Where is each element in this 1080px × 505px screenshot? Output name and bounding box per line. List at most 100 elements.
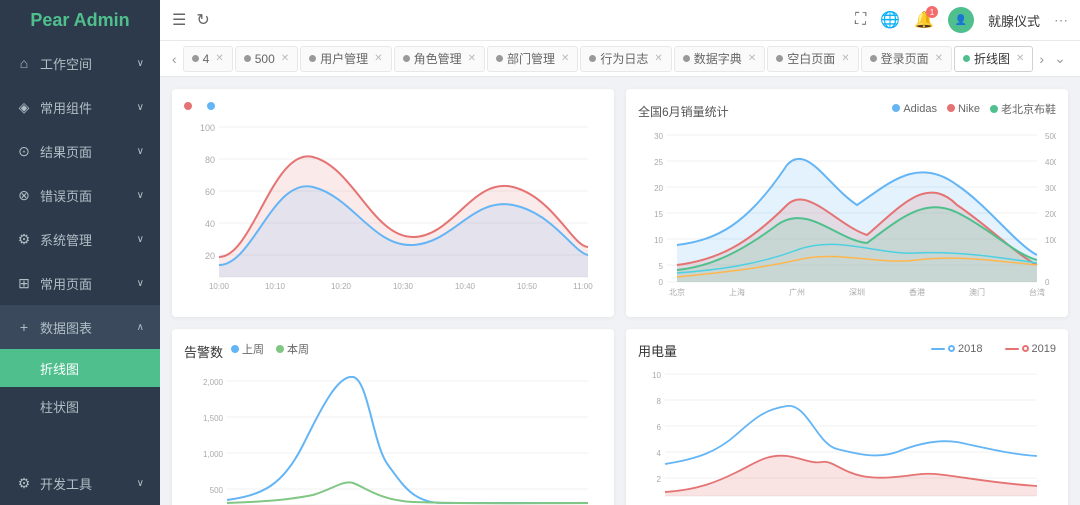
- refresh-icon[interactable]: ↻: [196, 10, 209, 30]
- tab-500[interactable]: 500 ✕: [235, 46, 298, 72]
- line-chart-1: 100 80 60 40 20: [184, 117, 602, 297]
- sidebar-item-pages[interactable]: ⊞ 常用页面 ∨: [0, 261, 160, 305]
- tab-dot: [870, 55, 877, 62]
- svg-text:40: 40: [205, 219, 215, 229]
- devtools-icon: ⚙: [16, 475, 32, 492]
- username: 就腺仪式: [988, 11, 1040, 30]
- tab-label: 折线图: [974, 50, 1010, 67]
- svg-text:20: 20: [205, 251, 215, 261]
- fullscreen-icon[interactable]: ⛶: [855, 11, 866, 29]
- sidebar-subitem-label: 折线图: [40, 359, 79, 378]
- sidebar-subitem-line[interactable]: 折线图: [0, 349, 160, 387]
- tab-close-icon[interactable]: ✕: [281, 53, 289, 64]
- menu-icon[interactable]: ☰: [172, 10, 186, 30]
- tab-close-icon[interactable]: ✕: [654, 53, 662, 64]
- tab-close-icon[interactable]: ✕: [374, 53, 382, 64]
- bell-icon[interactable]: 🔔 1: [914, 10, 934, 30]
- svg-text:0: 0: [1045, 278, 1050, 287]
- chart4-title: 用电量: [638, 341, 677, 360]
- sidebar-label: 工作空间: [40, 54, 92, 73]
- chart4-legend: 2018 2019: [931, 343, 1056, 355]
- chevron-down-icon: ∨: [137, 478, 144, 489]
- logo-text: Pear Admin: [30, 10, 129, 31]
- chart2-title: 全国6月销量统计: [638, 103, 729, 120]
- sidebar-item-components[interactable]: ◈ 常用组件 ∨: [0, 85, 160, 129]
- svg-text:15: 15: [654, 210, 663, 219]
- tab-blank[interactable]: 空白页面 ✕: [767, 46, 858, 72]
- chart-card-1: 100 80 60 40 20: [172, 89, 614, 317]
- tab-role-mgmt[interactable]: 角色管理 ✕: [394, 46, 485, 72]
- tab-label: 4: [203, 52, 210, 66]
- line-chart-2: 30 25 20 15 10 5 0 500 400 300 200 100 0: [638, 125, 1056, 300]
- svg-text:80: 80: [205, 155, 215, 165]
- chart1-legend: [184, 101, 602, 113]
- tab-close-icon[interactable]: ✕: [935, 53, 943, 64]
- sidebar-item-workspace[interactable]: ⌂ 工作空间 ∨: [0, 41, 160, 85]
- sidebar-item-charts[interactable]: + 数据图表 ∧: [0, 305, 160, 349]
- tab-close-icon[interactable]: ✕: [468, 53, 476, 64]
- sidebar-item-errors[interactable]: ⊗ 错误页面 ∨: [0, 173, 160, 217]
- svg-text:20: 20: [654, 184, 663, 193]
- chevron-down-icon: ∨: [137, 278, 144, 289]
- tab-prev-btn[interactable]: ‹: [168, 51, 181, 67]
- chart-card-3: 告警数 上周 本周 2,000 1,500 1,000 500: [172, 329, 614, 505]
- sidebar: Pear Admin ⌂ 工作空间 ∨ ◈ 常用组件 ∨ ⊙ 结果页面 ∨ ⊗ …: [0, 0, 160, 505]
- tab-4[interactable]: 4 ✕: [183, 46, 233, 72]
- svg-text:台湾: 台湾: [1029, 287, 1045, 297]
- more-icon[interactable]: ⋯: [1054, 12, 1068, 29]
- legend-adidas: Adidas: [903, 103, 937, 115]
- svg-text:香港: 香港: [909, 287, 925, 297]
- sidebar-subitem-bar[interactable]: 柱状图: [0, 387, 160, 425]
- globe-icon[interactable]: 🌐: [880, 10, 900, 30]
- tab-label: 登录页面: [881, 50, 929, 67]
- svg-text:澳门: 澳门: [969, 287, 985, 297]
- tab-close-icon[interactable]: ✕: [748, 53, 756, 64]
- legend-this-week: 本周: [287, 344, 309, 356]
- line-chart-3: 2,000 1,500 1,000 500: [184, 365, 602, 505]
- sidebar-label: 系统管理: [40, 230, 92, 249]
- tab-close-icon[interactable]: ✕: [1016, 53, 1024, 64]
- tab-behavior-log[interactable]: 行为日志 ✕: [580, 46, 671, 72]
- svg-text:300: 300: [1045, 184, 1056, 193]
- tab-dot: [776, 55, 783, 62]
- svg-text:8: 8: [657, 397, 662, 406]
- tab-close-icon[interactable]: ✕: [561, 53, 569, 64]
- notification-badge: 1: [926, 6, 938, 18]
- chevron-up-icon: ∧: [137, 322, 144, 333]
- svg-text:北京: 北京: [669, 287, 685, 297]
- tab-next-btn[interactable]: ›: [1035, 51, 1048, 67]
- error-icon: ⊗: [16, 187, 32, 204]
- tab-line-chart[interactable]: 折线图 ✕: [954, 46, 1033, 72]
- tab-close-icon[interactable]: ✕: [215, 53, 223, 64]
- svg-text:60: 60: [205, 187, 215, 197]
- home-icon: ⌂: [16, 55, 32, 71]
- chevron-down-icon: ∨: [137, 190, 144, 201]
- sidebar-item-system[interactable]: ⚙ 系统管理 ∨: [0, 217, 160, 261]
- tab-label: 行为日志: [600, 50, 648, 67]
- svg-text:100: 100: [1045, 236, 1056, 245]
- svg-text:10:10: 10:10: [265, 282, 286, 291]
- sidebar-logo: Pear Admin: [0, 0, 160, 41]
- tab-dot: [192, 55, 199, 62]
- svg-text:深圳: 深圳: [849, 287, 865, 297]
- sidebar-label: 常用组件: [40, 98, 92, 117]
- tab-menu-btn[interactable]: ⌄: [1050, 50, 1070, 67]
- tab-close-icon[interactable]: ✕: [841, 53, 849, 64]
- sidebar-label: 常用页面: [40, 274, 92, 293]
- sidebar-item-devtools[interactable]: ⚙ 开发工具 ∨: [0, 461, 160, 505]
- tab-data-dict[interactable]: 数据字典 ✕: [674, 46, 765, 72]
- avatar: 👤: [948, 7, 974, 33]
- sidebar-label: 结果页面: [40, 142, 92, 161]
- sidebar-item-results[interactable]: ⊙ 结果页面 ∨: [0, 129, 160, 173]
- components-icon: ◈: [16, 99, 32, 116]
- chart-card-4: 用电量 2018 2019 10 8 6: [626, 329, 1068, 505]
- legend-2019: 2019: [1032, 343, 1056, 355]
- legend-2018: 2018: [958, 343, 982, 355]
- tab-dept-mgmt[interactable]: 部门管理 ✕: [487, 46, 578, 72]
- legend-nike: Nike: [958, 103, 980, 115]
- tab-user-mgmt[interactable]: 用户管理 ✕: [300, 46, 391, 72]
- svg-text:10:30: 10:30: [393, 282, 414, 291]
- tab-dot: [589, 55, 596, 62]
- svg-text:500: 500: [210, 486, 224, 495]
- tab-login[interactable]: 登录页面 ✕: [861, 46, 952, 72]
